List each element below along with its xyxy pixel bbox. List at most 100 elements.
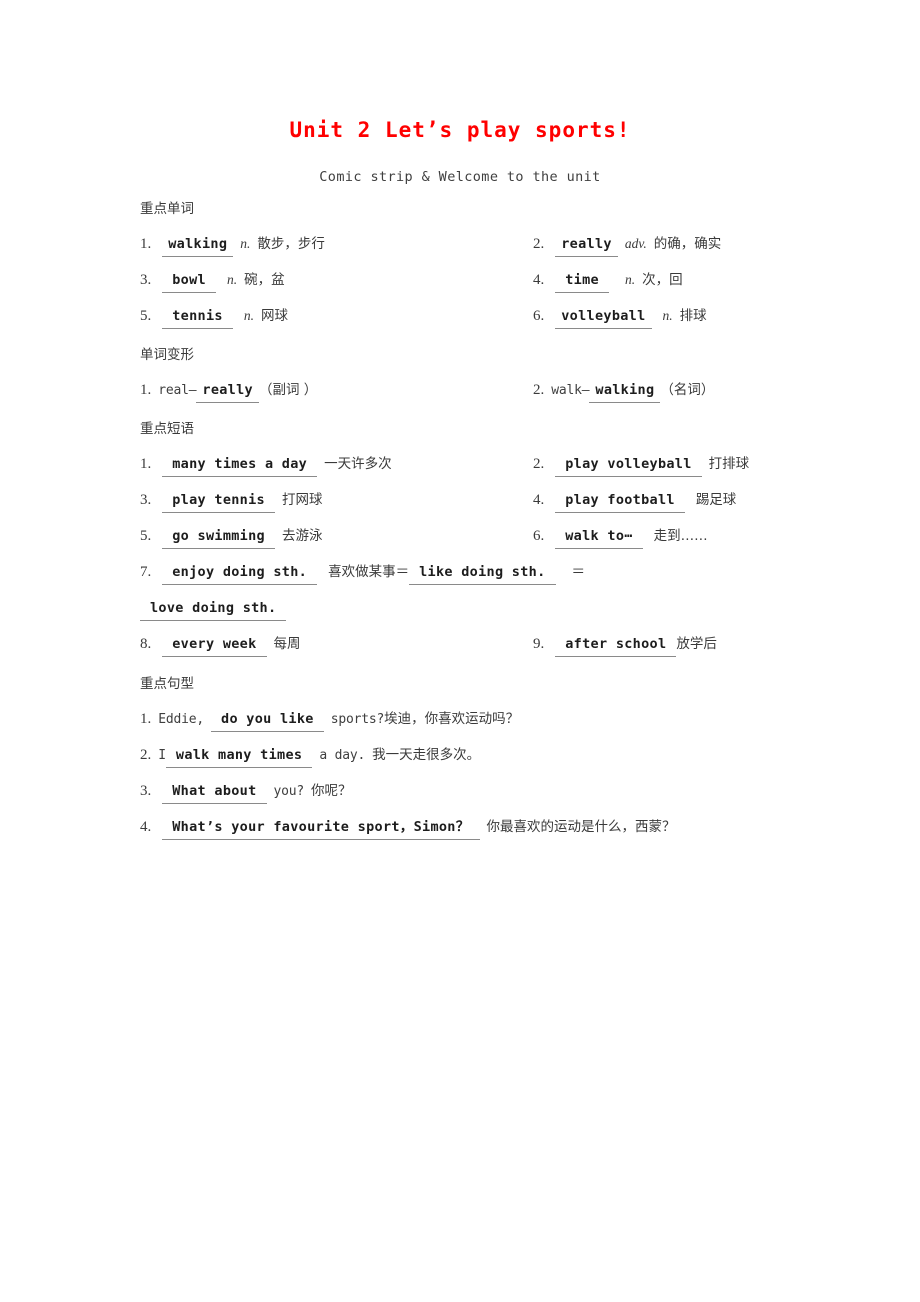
word-form-entry-1: 1. real— really （副词 ） — [140, 372, 317, 409]
chinese-gloss: 打网球 — [281, 492, 323, 508]
phrase-entry-7-continued: love doing sth. — [140, 590, 287, 626]
answer-blank[interactable]: play tennis — [162, 489, 275, 513]
phrase-row-7-line2: love doing sth. — [140, 590, 786, 626]
equals-sign: ＝ — [395, 564, 410, 580]
page-subtitle: Comic strip & Welcome to the unit — [319, 169, 601, 185]
item-number: 1. — [140, 711, 152, 727]
word-row: 5. tennis n. 网球 6. volleyball n. 排球 — [140, 298, 786, 334]
part-of-speech: n. — [662, 308, 673, 323]
item-number: 3. — [140, 783, 152, 799]
item-number: 4. — [533, 272, 545, 288]
word-entry-5: 5. tennis n. 网球 — [140, 298, 288, 334]
phrase-row: 1. many times a day 一天许多次 2. play volleybal… — [140, 446, 786, 482]
chinese-gloss: 散步，步行 — [257, 236, 325, 252]
chinese-gloss: 次，回 — [642, 272, 683, 288]
sentence-entry-1: 1. Eddie, do you like sports?埃迪，你喜欢运动吗？ — [140, 701, 519, 738]
phrase-entry-4: 4. play football 踢足球 — [533, 482, 736, 518]
answer-blank[interactable]: every week — [162, 633, 267, 657]
sentence-prefix: Eddie, — [158, 712, 205, 727]
answer-blank[interactable]: after school — [555, 633, 677, 657]
word-row: 3. bowl n. 碗，盆 4. time n. 次，回 — [140, 262, 786, 298]
answer-blank[interactable]: volleyball — [555, 305, 652, 329]
base-word: real— — [158, 383, 197, 398]
sentence-suffix: you? — [273, 784, 305, 799]
answer-blank[interactable]: walking — [589, 379, 661, 403]
section-heading-word-forms: 单词变形 — [140, 347, 194, 363]
answer-blank[interactable]: time — [555, 269, 609, 293]
word-entry-6: 6. volleyball n. 排球 — [533, 298, 707, 334]
page-title: Unit 2 Let’s play sports! — [289, 118, 631, 142]
answer-blank[interactable]: play football — [555, 489, 685, 513]
item-number: 9. — [533, 636, 545, 652]
answer-blank[interactable]: love doing sth. — [140, 597, 287, 621]
answer-blank[interactable]: play volleyball — [555, 453, 702, 477]
item-number: 4. — [533, 492, 545, 508]
part-of-speech: n. — [240, 236, 251, 251]
answer-blank[interactable]: go swimming — [162, 525, 275, 549]
form-note: （名词） — [660, 382, 715, 398]
item-number: 6. — [533, 308, 545, 324]
answer-blank[interactable]: walk to⋯ — [555, 525, 643, 549]
word-form-entry-2: 2. walk— walking （名词） — [533, 372, 714, 409]
part-of-speech: n. — [243, 308, 254, 323]
sentence-entry-2: 2. Iwalk many times a day. 我一天走很多次。 — [140, 737, 480, 774]
section-heading-words: 重点单词 — [140, 201, 194, 217]
answer-blank[interactable]: tennis — [162, 305, 233, 329]
phrase-entry-8: 8. every week 每周 — [140, 626, 301, 662]
sentence-entry-3: 3. What about you? 你呢？ — [140, 773, 352, 810]
answer-blank[interactable]: What’s your favourite sport，Simon？ — [162, 816, 480, 840]
answer-blank[interactable]: What about — [162, 780, 267, 804]
answer-blank[interactable]: really — [555, 233, 618, 257]
chinese-gloss: 一天许多次 — [324, 456, 392, 472]
chinese-gloss: 网球 — [260, 308, 288, 324]
sentence-row: 3. What about you? 你呢？ — [140, 773, 786, 809]
chinese-gloss: 你呢？ — [311, 783, 352, 799]
sentence-row: 1. Eddie, do you like sports?埃迪，你喜欢运动吗？ — [140, 701, 786, 737]
answer-blank[interactable]: really — [196, 379, 259, 403]
section-heading-sentences: 重点句型 — [140, 676, 194, 692]
item-number: 2. — [533, 456, 545, 472]
sentence-suffix: a day. — [319, 748, 366, 763]
item-number: 5. — [140, 308, 152, 324]
phrase-entry-6: 6. walk to⋯ 走到…… — [533, 518, 708, 554]
chinese-gloss: 去游泳 — [281, 528, 323, 544]
chinese-gloss: 喜欢做某事 — [328, 564, 396, 580]
chinese-gloss: 碗，盆 — [244, 272, 285, 288]
answer-blank[interactable]: enjoy doing sth. — [162, 561, 318, 585]
chinese-gloss: 踢足球 — [695, 492, 737, 508]
answer-blank[interactable]: bowl — [162, 269, 216, 293]
sentence-row: 2. Iwalk many times a day. 我一天走很多次。 — [140, 737, 786, 773]
item-number: 1. — [140, 236, 152, 252]
word-entry-1: 1. walking n. 散步，步行 — [140, 226, 325, 262]
chinese-gloss: 埃迪，你喜欢运动吗？ — [384, 711, 520, 727]
phrase-row: 8. every week 每周 9. after school 放学后 — [140, 626, 786, 662]
item-number: 5. — [140, 528, 152, 544]
item-number: 1. — [140, 456, 152, 472]
answer-blank[interactable]: walk many times — [165, 744, 313, 768]
item-number: 2. — [533, 382, 545, 398]
chinese-gloss: 我一天走很多次。 — [372, 747, 481, 763]
content-area: 重点单词 1. walking n. 散步，步行 2. really adv. 的确，确实 … — [140, 200, 786, 845]
phrase-entry-7: 7. enjoy doing sth. 喜欢做某事＝ like doing sth. ＝ — [140, 554, 585, 590]
phrase-entry-3: 3. play tennis 打网球 — [140, 482, 322, 518]
item-number: 1. — [140, 382, 152, 398]
worksheet-page: Unit 2 Let’s play sports! Comic strip & … — [0, 0, 920, 1302]
word-entry-4: 4. time n. 次，回 — [533, 262, 683, 298]
item-number: 2. — [140, 747, 152, 763]
part-of-speech: n. — [226, 272, 238, 287]
item-number: 6. — [533, 528, 545, 544]
word-form-row: 1. real— really （副词 ） 2. walk— walking （名词） — [140, 372, 786, 408]
item-number: 2. — [533, 236, 545, 252]
answer-blank[interactable]: like doing sth. — [409, 561, 556, 585]
base-word: walk— — [551, 383, 590, 398]
answer-blank[interactable]: many times a day — [162, 453, 318, 477]
word-row: 1. walking n. 散步，步行 2. really adv. 的确，确实 — [140, 226, 786, 262]
chinese-gloss: 走到…… — [653, 528, 708, 544]
sentence-entry-4: 4. What’s your favourite sport，Simon？ 你最喜欢… — [140, 809, 676, 845]
item-number: 3. — [140, 492, 152, 508]
phrase-row: 3. play tennis 打网球 4. play football 踢足球 — [140, 482, 786, 518]
sentence-prefix: I — [158, 748, 166, 763]
answer-blank[interactable]: walking — [162, 233, 234, 257]
answer-blank[interactable]: do you like — [211, 708, 324, 732]
phrase-row-7-line1: 7. enjoy doing sth. 喜欢做某事＝ like doing sth. ＝ — [140, 554, 786, 590]
